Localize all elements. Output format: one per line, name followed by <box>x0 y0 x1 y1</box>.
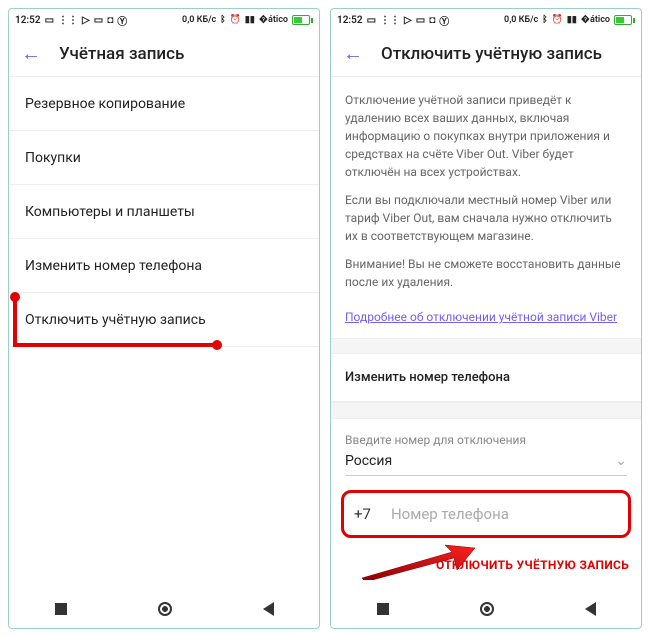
menu-list: Резервное копирование Покупки Компьютеры… <box>9 77 319 588</box>
desc-paragraph: Внимание! Вы не сможете восстановить дан… <box>345 255 627 291</box>
bluetooth-icon: ᛒ <box>220 15 225 25</box>
learn-more-link[interactable]: Подробнее об отключении учётной записи V… <box>331 309 641 338</box>
youtube-icon: ▭ <box>416 15 425 26</box>
message-icon: ◘ <box>429 15 435 26</box>
phone-left: 12:52 ▭ ⋮⋮ ▷ ▭ ◘ Ⓨ 0,0 КБ/с ᛒ ⏰ ▮▮ �átic… <box>8 8 320 629</box>
back-arrow-icon[interactable]: ← <box>343 41 363 66</box>
message-icon: ◘ <box>107 15 113 26</box>
yandex-icon: Ⓨ <box>439 13 449 28</box>
phone-input[interactable]: Номер телефона <box>391 505 618 523</box>
country-selector[interactable]: Россия ⌄ <box>331 453 641 475</box>
phone-right: 12:52 ▭ ⋮⋮ ▷ ▭ ◘ Ⓨ 0,0 КБ/с ᛒ ⏰ ▮▮ �átic… <box>330 8 642 629</box>
nav-back-icon[interactable] <box>585 602 596 616</box>
menu-item-backup[interactable]: Резервное копирование <box>9 77 319 131</box>
nav-back-icon[interactable] <box>263 602 274 616</box>
net-speed: 0,0 КБ/с <box>504 15 538 25</box>
battery-icon <box>292 15 313 25</box>
dots-icon: ⋮⋮ <box>380 15 400 26</box>
nav-recent-icon[interactable] <box>377 603 389 615</box>
country-value: Россия <box>345 453 392 469</box>
nav-bar <box>9 588 319 628</box>
enter-number-label: Введите номер для отключения <box>331 419 641 453</box>
alarm-icon: ⏰ <box>230 15 241 25</box>
app-header: ← Отключить учётную запись <box>331 31 641 77</box>
status-bar: 12:52 ▭ ⋮⋮ ▷ ▭ ◘ Ⓨ 0,0 КБ/с ᛒ ⏰ ▮▮ �átic… <box>9 9 319 31</box>
signal-icon: ▮▮ <box>567 15 577 25</box>
back-arrow-icon[interactable]: ← <box>21 41 41 66</box>
divider <box>345 475 627 476</box>
menu-label: Отключить учётную запись <box>25 312 206 328</box>
play-icon: ▷ <box>82 15 90 26</box>
desc-paragraph: Отключение учётной записи приведёт к уда… <box>345 91 627 181</box>
page-title: Отключить учётную запись <box>381 44 602 64</box>
sms-icon: ▭ <box>367 15 376 26</box>
wifi-icon: �ático <box>259 15 288 25</box>
bluetooth-icon: ᛒ <box>542 15 547 25</box>
page-title: Учётная запись <box>59 44 184 64</box>
nav-home-icon[interactable] <box>480 602 494 616</box>
menu-label: Резервное копирование <box>25 96 185 112</box>
section-change-number[interactable]: Изменить номер телефона <box>331 354 641 402</box>
sms-icon: ▭ <box>45 15 54 26</box>
deactivate-button[interactable]: ОТКЛЮЧИТЬ УЧЁТНУЮ ЗАПИСЬ <box>436 558 629 572</box>
description-block: Отключение учётной записи приведёт к уда… <box>331 77 641 309</box>
menu-label: Компьютеры и планшеты <box>25 204 195 220</box>
menu-label: Покупки <box>25 150 81 166</box>
signal-icon: ▮▮ <box>245 15 255 25</box>
yandex-icon: Ⓨ <box>117 13 127 28</box>
youtube-icon: ▭ <box>94 15 103 26</box>
section-divider <box>331 402 641 419</box>
status-time: 12:52 <box>337 15 363 26</box>
deactivate-row: ОТКЛЮЧИТЬ УЧЁТНУЮ ЗАПИСЬ <box>331 542 641 588</box>
menu-item-purchases[interactable]: Покупки <box>9 131 319 185</box>
wifi-icon: �ático <box>581 15 610 25</box>
deactivate-content: Отключение учётной записи приведёт к уда… <box>331 77 641 588</box>
status-time: 12:52 <box>15 15 41 26</box>
desc-paragraph: Если вы подключали местный номер Viber и… <box>345 191 627 245</box>
app-header: ← Учётная запись <box>9 31 319 77</box>
dots-icon: ⋮⋮ <box>58 15 78 26</box>
nav-recent-icon[interactable] <box>55 603 67 615</box>
menu-item-deactivate[interactable]: Отключить учётную запись <box>9 293 319 347</box>
nav-home-icon[interactable] <box>158 602 172 616</box>
alarm-icon: ⏰ <box>552 15 563 25</box>
net-speed: 0,0 КБ/с <box>182 15 216 25</box>
nav-bar <box>331 588 641 628</box>
menu-item-change-number[interactable]: Изменить номер телефона <box>9 239 319 293</box>
status-bar: 12:52 ▭ ⋮⋮ ▷ ▭ ◘ Ⓨ 0,0 КБ/с ᛒ ⏰ ▮▮ �átic… <box>331 9 641 31</box>
play-icon: ▷ <box>404 15 412 26</box>
menu-item-devices[interactable]: Компьютеры и планшеты <box>9 185 319 239</box>
phone-prefix: +7 <box>354 505 371 523</box>
section-divider <box>331 338 641 355</box>
phone-input-highlight: +7 Номер телефона <box>341 490 631 538</box>
chevron-down-icon: ⌄ <box>615 453 627 469</box>
menu-label: Изменить номер телефона <box>25 258 202 274</box>
battery-icon <box>614 15 635 25</box>
